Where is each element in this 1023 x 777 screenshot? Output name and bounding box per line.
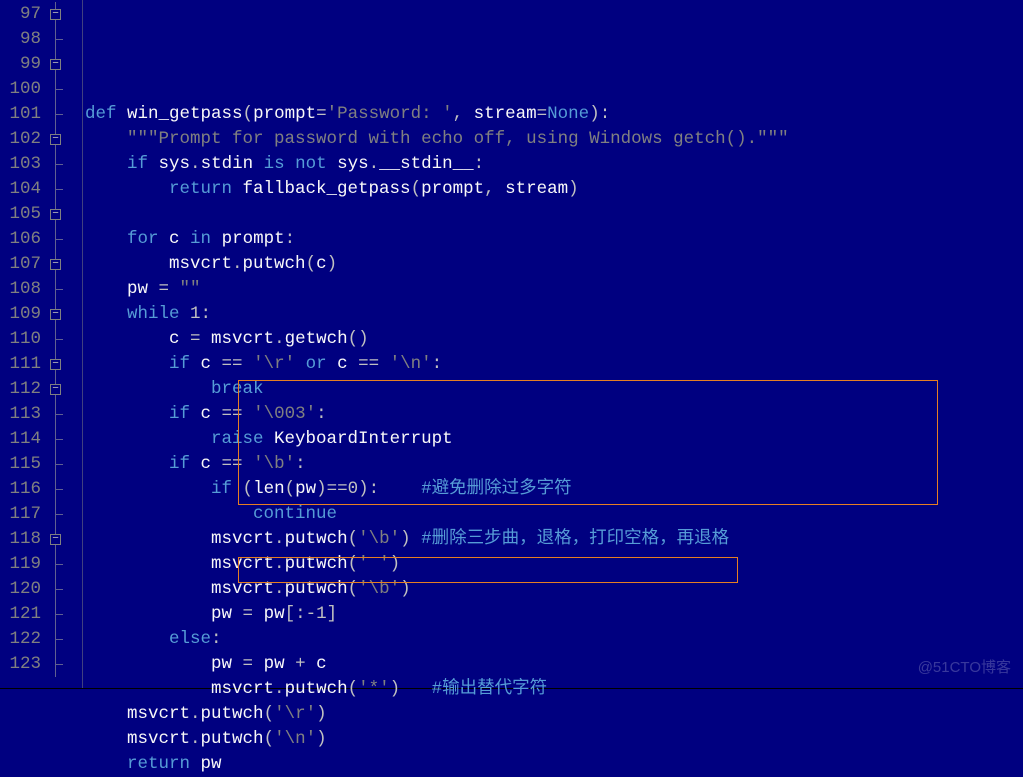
- fold-toggle-icon[interactable]: −: [50, 384, 61, 395]
- line-number: 98: [0, 27, 41, 52]
- code-line[interactable]: msvcrt.putwch('\n'): [85, 727, 1023, 752]
- fold-row[interactable]: [45, 502, 82, 527]
- line-number: 118: [0, 527, 41, 552]
- fold-row[interactable]: −: [45, 127, 82, 152]
- fold-toggle-icon[interactable]: −: [50, 9, 61, 20]
- line-number: 100: [0, 77, 41, 102]
- code-line[interactable]: return pw: [85, 752, 1023, 777]
- line-number: 116: [0, 477, 41, 502]
- fold-row[interactable]: [45, 327, 82, 352]
- code-line[interactable]: msvcrt.putwch('*') #输出替代字符: [85, 677, 1023, 702]
- line-number: 117: [0, 502, 41, 527]
- fold-row[interactable]: −: [45, 252, 82, 277]
- fold-row[interactable]: −: [45, 377, 82, 402]
- code-line[interactable]: if c == '\b':: [85, 452, 1023, 477]
- line-number: 123: [0, 652, 41, 677]
- code-line[interactable]: if c == '\003':: [85, 402, 1023, 427]
- line-number: 108: [0, 277, 41, 302]
- fold-row[interactable]: −: [45, 202, 82, 227]
- line-number: 101: [0, 102, 41, 127]
- fold-row[interactable]: [45, 477, 82, 502]
- code-line[interactable]: pw = pw + c: [85, 652, 1023, 677]
- code-line[interactable]: if c == '\r' or c == '\n':: [85, 352, 1023, 377]
- fold-row[interactable]: −: [45, 2, 82, 27]
- line-number: 106: [0, 227, 41, 252]
- code-editor[interactable]: 9798991001011021031041051061071081091101…: [0, 0, 1023, 688]
- line-number: 119: [0, 552, 41, 577]
- fold-toggle-icon[interactable]: −: [50, 259, 61, 270]
- code-line[interactable]: c = msvcrt.getwch(): [85, 327, 1023, 352]
- code-line[interactable]: msvcrt.putwch('\b'): [85, 577, 1023, 602]
- code-line[interactable]: while 1:: [85, 302, 1023, 327]
- code-line[interactable]: if (len(pw)==0): #避免删除过多字符: [85, 477, 1023, 502]
- fold-toggle-icon[interactable]: −: [50, 309, 61, 320]
- code-line[interactable]: raise KeyboardInterrupt: [85, 427, 1023, 452]
- fold-toggle-icon[interactable]: −: [50, 59, 61, 70]
- code-line[interactable]: return fallback_getpass(prompt, stream): [85, 177, 1023, 202]
- fold-row[interactable]: [45, 602, 82, 627]
- code-line[interactable]: [85, 202, 1023, 227]
- line-number-gutter: 9798991001011021031041051061071081091101…: [0, 0, 45, 688]
- fold-row[interactable]: [45, 177, 82, 202]
- line-number: 120: [0, 577, 41, 602]
- fold-row[interactable]: [45, 27, 82, 52]
- line-number: 102: [0, 127, 41, 152]
- line-number: 105: [0, 202, 41, 227]
- fold-toggle-icon[interactable]: −: [50, 534, 61, 545]
- line-number: 97: [0, 2, 41, 27]
- line-number: 121: [0, 602, 41, 627]
- fold-row[interactable]: [45, 627, 82, 652]
- fold-row[interactable]: [45, 552, 82, 577]
- code-line[interactable]: """Prompt for password with echo off, us…: [85, 127, 1023, 152]
- fold-row[interactable]: −: [45, 302, 82, 327]
- fold-row[interactable]: [45, 152, 82, 177]
- code-line[interactable]: if sys.stdin is not sys.__stdin__:: [85, 152, 1023, 177]
- line-number: 109: [0, 302, 41, 327]
- fold-row[interactable]: [45, 102, 82, 127]
- fold-row[interactable]: [45, 452, 82, 477]
- line-number: 104: [0, 177, 41, 202]
- line-number: 113: [0, 402, 41, 427]
- code-line[interactable]: break: [85, 377, 1023, 402]
- line-number: 103: [0, 152, 41, 177]
- code-line[interactable]: msvcrt.putwch(c): [85, 252, 1023, 277]
- fold-row[interactable]: [45, 77, 82, 102]
- fold-column[interactable]: − − − − − − − − −: [45, 0, 83, 688]
- fold-toggle-icon[interactable]: −: [50, 134, 61, 145]
- fold-row[interactable]: −: [45, 52, 82, 77]
- fold-toggle-icon[interactable]: −: [50, 209, 61, 220]
- code-line[interactable]: for c in prompt:: [85, 227, 1023, 252]
- fold-row[interactable]: [45, 227, 82, 252]
- code-line[interactable]: pw = "": [85, 277, 1023, 302]
- fold-row[interactable]: [45, 577, 82, 602]
- fold-row[interactable]: −: [45, 352, 82, 377]
- line-number: 110: [0, 327, 41, 352]
- code-line[interactable]: pw = pw[:-1]: [85, 602, 1023, 627]
- code-line[interactable]: msvcrt.putwch('\r'): [85, 702, 1023, 727]
- code-line[interactable]: msvcrt.putwch(' '): [85, 552, 1023, 577]
- fold-row[interactable]: [45, 427, 82, 452]
- code-line[interactable]: else:: [85, 627, 1023, 652]
- code-line[interactable]: continue: [85, 502, 1023, 527]
- fold-row[interactable]: −: [45, 527, 82, 552]
- fold-row[interactable]: [45, 652, 82, 677]
- line-number: 111: [0, 352, 41, 377]
- line-number: 122: [0, 627, 41, 652]
- line-number: 114: [0, 427, 41, 452]
- line-number: 115: [0, 452, 41, 477]
- line-number: 99: [0, 52, 41, 77]
- code-area[interactable]: def win_getpass(prompt='Password: ', str…: [83, 0, 1023, 688]
- watermark: @51CTO博客: [918, 655, 1011, 680]
- fold-toggle-icon[interactable]: −: [50, 359, 61, 370]
- fold-row[interactable]: [45, 402, 82, 427]
- line-number: 107: [0, 252, 41, 277]
- fold-row[interactable]: [45, 277, 82, 302]
- code-line[interactable]: msvcrt.putwch('\b') #删除三步曲，退格，打印空格，再退格: [85, 527, 1023, 552]
- line-number: 112: [0, 377, 41, 402]
- code-line[interactable]: def win_getpass(prompt='Password: ', str…: [85, 102, 1023, 127]
